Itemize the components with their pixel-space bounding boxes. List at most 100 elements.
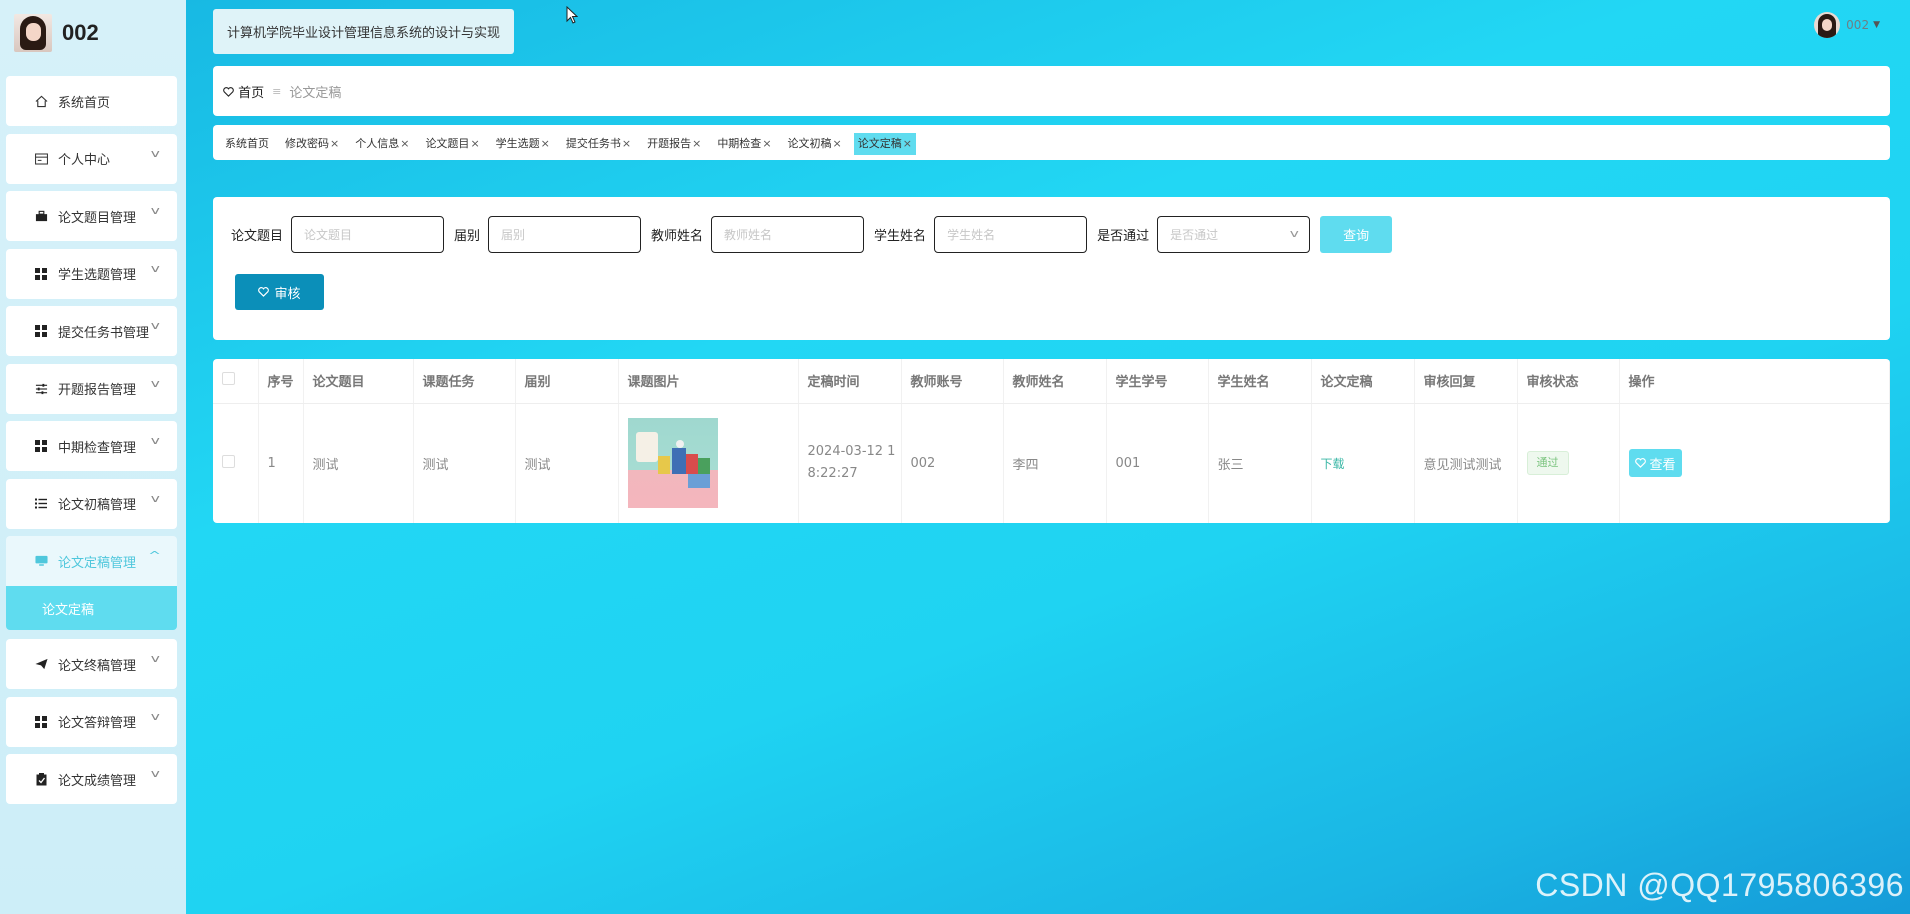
breadcrumb-home[interactable]: 首页 [223,82,264,101]
search-input-student[interactable]: 学生姓名 [934,216,1088,253]
data-table-panel: 序号 论文题目 课题任务 届别 课题图片 定稿时间 教师账号 教师姓名 学生学号… [213,359,1890,523]
chevron-down-icon: v [151,319,161,332]
search-panel: 论文题目 论文题目 届别 届别 教师姓名 教师姓名 学生姓名 学生姓名 是否通过… [213,197,1890,340]
audit-button[interactable]: 审核 [235,274,324,310]
tab-item[interactable]: 中期检查× [713,133,775,155]
breadcrumb-separator: ≡ [272,84,282,98]
chevron-up-icon: ^ [147,549,161,562]
sidebar-item-label: 论文题目管理 [58,210,137,226]
row-checkbox[interactable] [213,403,259,523]
chevron-down-icon: v [151,376,161,390]
sidebar-item-task-book[interactable]: 提交任务书管理 v [6,306,177,356]
status-badge: 通过 [1526,451,1569,476]
user-menu[interactable]: 002 ▼ [1814,12,1880,38]
cell-reply: 意见测试测试 [1414,403,1518,523]
tab-item[interactable]: 修改密码× [281,133,343,155]
search-row: 论文题目 论文题目 届别 届别 教师姓名 教师姓名 学生姓名 学生姓名 是否通过… [231,216,1393,253]
cell-status: 通过 [1517,403,1620,523]
chevron-down-icon: v [151,261,161,275]
sidebar-item-final-draft[interactable]: 论文定稿管理 ^ [6,536,177,586]
grid-icon [34,439,48,453]
sidebar-item-grades[interactable]: 论文成绩管理 v [6,754,177,804]
topic-image[interactable] [627,418,718,509]
chevron-down-icon: v [1289,227,1299,240]
tab-item[interactable]: 论文题目× [421,133,483,155]
cell-final-file: 下载 [1311,403,1415,523]
close-icon[interactable]: × [400,137,409,150]
sliders-icon [34,382,48,396]
sidebar-item-home[interactable]: 系统首页 [6,76,177,126]
cell-title: 测试 [303,403,414,523]
select-all-checkbox[interactable] [213,359,259,404]
watermark: CSDN @QQ1795806396 [1535,867,1904,903]
sidebar-item-label: 提交任务书管理 [58,325,150,341]
close-icon[interactable]: × [903,137,912,150]
chevron-down-icon: v [151,204,161,217]
grid-icon [34,267,48,281]
sidebar-item-final-version[interactable]: 论文终稿管理 v [6,639,177,689]
sidebar-item-opening-report[interactable]: 开题报告管理 v [6,363,177,414]
search-label-teacher: 教师姓名 [651,229,704,244]
tab-item[interactable]: 论文定稿× [853,133,916,155]
monitor-icon [34,554,48,568]
tab-item[interactable]: 学生选题× [492,133,554,155]
breadcrumb-home-label: 首页 [238,85,265,101]
sidebar-item-defense[interactable]: 论文答辩管理 v [6,696,177,747]
brand-avatar [14,14,52,52]
view-button-label: 查看 [1649,457,1676,473]
close-icon[interactable]: × [762,137,771,150]
sidebar-item-label: 个人中心 [58,153,111,168]
caret-down-icon: ▼ [1873,20,1880,30]
heart-icon [1634,458,1646,469]
tab-label: 论文初稿 [787,137,832,150]
sidebar-item-topic-selection[interactable]: 学生选题管理 v [6,248,177,299]
sidebar-menu: 系统首页 个人中心 v 论文题目管理 v 学生选题管理 v 提交任务书管理 v [6,76,177,812]
search-label-student: 学生姓名 [874,229,927,244]
tab-item[interactable]: 系统首页 [221,133,273,155]
grid-icon [34,324,48,338]
home-icon [34,94,48,108]
list-icon [34,497,48,511]
close-icon[interactable]: × [470,137,479,150]
tab-item[interactable]: 开题报告× [643,133,705,155]
data-table: 序号 论文题目 课题任务 届别 课题图片 定稿时间 教师账号 教师姓名 学生学号… [213,359,1890,523]
sidebar-item-midterm-check[interactable]: 中期检查管理 v [6,421,177,471]
sidebar-item-label: 论文成绩管理 [58,773,137,789]
tab-item[interactable]: 个人信息× [351,133,413,155]
passed-select[interactable]: 是否通过 v [1157,216,1311,253]
cell-topic-image [618,403,799,523]
cell-actions: 查看 [1619,403,1890,523]
close-icon[interactable]: × [692,137,701,150]
sidebar-item-thesis-topic[interactable]: 论文题目管理 v [6,191,177,241]
sidebar-subitem-final-draft[interactable]: 论文定稿 [6,586,177,630]
mouse-cursor-icon [566,5,579,28]
final-time-text: 2024-03-12 18:22:27 [807,444,896,482]
tab-item[interactable]: 提交任务书× [562,133,635,155]
search-label-session: 届别 [454,229,481,244]
tab-item[interactable]: 论文初稿× [784,133,846,155]
sidebar-item-first-draft[interactable]: 论文初稿管理 v [6,478,177,529]
query-button[interactable]: 查询 [1320,216,1393,253]
search-input-title[interactable]: 论文题目 [291,216,445,253]
table-row: 1 测试 测试 测试 2024-03-12 18:22:27 002 李四 00… [213,403,1890,523]
column-header: 序号 [258,359,304,404]
tab-label: 论文题目 [425,137,470,150]
search-input-session[interactable]: 届别 [488,216,642,253]
column-header: 审核回复 [1414,359,1518,404]
tabs-bar: 系统首页 修改密码× 个人信息× 论文题目× 学生选题× 提交任务书× 开题报告× 中期检查×… [213,125,1890,160]
clipboard-icon [34,772,48,786]
sidebar-item-personal-center[interactable]: 个人中心 v [6,133,177,184]
tab-label: 系统首页 [225,137,269,150]
close-icon[interactable]: × [541,137,550,150]
close-icon[interactable]: × [622,137,631,150]
download-link[interactable]: 下载 [1321,457,1345,471]
user-avatar [1814,12,1841,38]
chevron-down-icon: v [151,434,161,447]
sidebar: 002 系统首页 个人中心 v 论文题目管理 v 学生选题管理 v 提交任务书管… [0,0,186,914]
sidebar-item-label: 论文初稿管理 [58,498,137,513]
view-button[interactable]: 查看 [1628,449,1682,478]
search-label-passed: 是否通过 [1097,229,1150,244]
close-icon[interactable]: × [330,137,339,150]
search-input-teacher[interactable]: 教师姓名 [711,216,865,253]
close-icon[interactable]: × [833,137,842,150]
